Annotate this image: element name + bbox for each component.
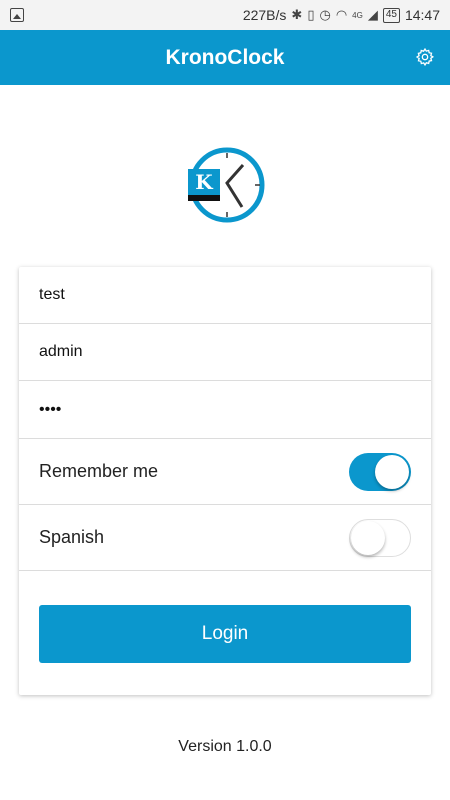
clock: 14:47 <box>404 7 440 23</box>
wifi-icon: ◠ <box>335 7 348 22</box>
gallery-notification-icon <box>10 8 24 22</box>
remember-me-toggle[interactable] <box>349 452 411 491</box>
spanish-toggle[interactable] <box>349 518 411 557</box>
battery-indicator: 45 <box>382 7 400 23</box>
settings-button[interactable] <box>414 46 436 68</box>
toggle-knob <box>375 454 409 489</box>
network-type: 4G <box>352 10 363 20</box>
status-right: 227B/s ✱ ▯ ◷ ◠ 4G ◢ 45 14:47 <box>243 7 440 23</box>
username-field-row <box>19 324 431 381</box>
version-label: Version 1.0.0 <box>178 738 272 755</box>
alarm-icon: ◷ <box>319 7 331 22</box>
logo-letter: K <box>195 170 213 194</box>
spanish-row: Spanish <box>19 505 431 571</box>
server-field-row <box>19 267 431 324</box>
app-header: KronoClock <box>0 30 450 85</box>
gear-icon <box>415 47 435 67</box>
kronoclock-logo: K <box>188 147 265 223</box>
status-bar: 227B/s ✱ ▯ ◷ ◠ 4G ◢ 45 14:47 <box>0 0 450 30</box>
app-title: KronoClock <box>165 45 285 69</box>
login-card: Remember me Spanish Login <box>19 267 431 695</box>
server-input[interactable] <box>39 286 399 304</box>
remember-me-row: Remember me <box>19 439 431 505</box>
status-left <box>10 8 24 22</box>
password-input[interactable] <box>39 400 399 419</box>
username-input[interactable] <box>39 343 399 361</box>
signal-icon: ◢ <box>367 7 378 22</box>
bluetooth-icon: ✱ <box>291 7 303 22</box>
password-field-row <box>19 381 431 439</box>
network-speed: 227B/s <box>242 7 287 23</box>
login-button[interactable]: Login <box>39 605 411 663</box>
vibrate-icon: ▯ <box>307 7 315 22</box>
toggle-knob <box>351 520 385 555</box>
